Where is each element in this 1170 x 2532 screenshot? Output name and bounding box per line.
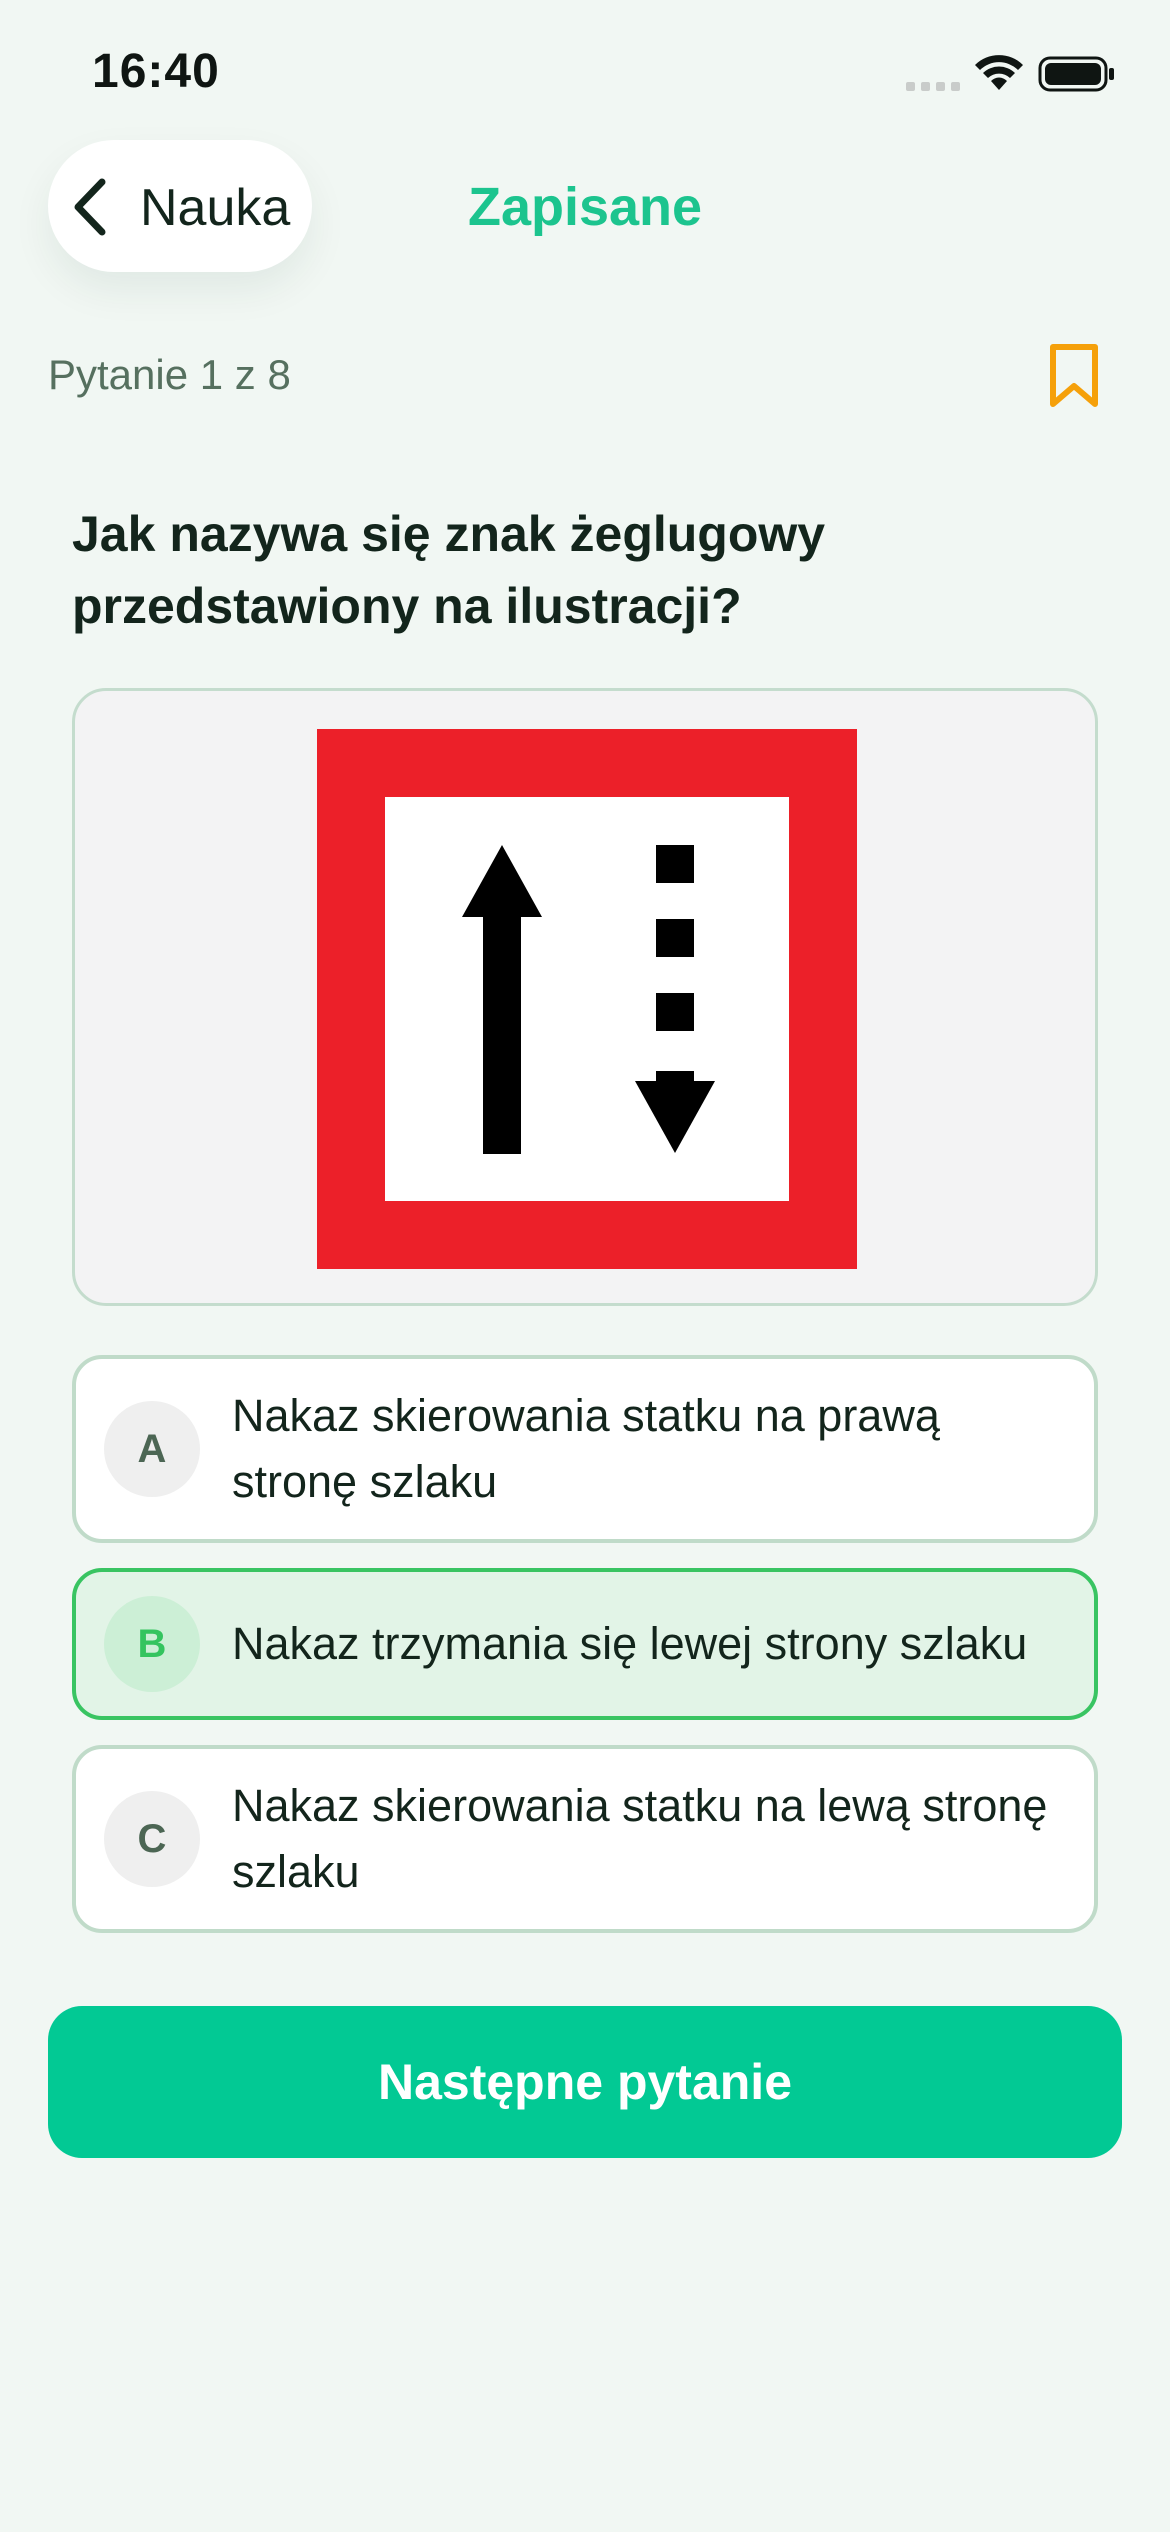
status-time: 16:40 <box>92 45 220 98</box>
answer-letter-badge: B <box>104 1596 200 1692</box>
two-way-traffic-sign-icon <box>317 729 857 1269</box>
answer-option-a[interactable]: A Nakaz skierowania statku na prawą stro… <box>72 1355 1098 1543</box>
battery-icon <box>1038 56 1114 92</box>
status-bar: 16:40 <box>0 0 1170 140</box>
question-text: Jak nazywa się znak żeglugowy przedstawi… <box>72 506 826 634</box>
question-progress: Pytanie 1 z 8 <box>48 351 291 398</box>
answer-letter-badge: A <box>104 1401 200 1497</box>
answer-text: Nakaz skierowania statku na lewą stronę … <box>232 1780 1048 1897</box>
question-image-card <box>72 688 1098 1306</box>
bookmark-icon[interactable] <box>1045 343 1103 409</box>
answer-option-b[interactable]: B Nakaz trzymania się lewej strony szlak… <box>72 1568 1098 1720</box>
answer-option-c[interactable]: C Nakaz skierowania statku na lewą stron… <box>72 1745 1098 1933</box>
cellular-signal-icon <box>906 82 960 91</box>
wifi-icon <box>975 55 1023 90</box>
next-question-button[interactable]: Następne pytanie <box>48 2006 1122 2158</box>
answer-letter-badge: C <box>104 1791 200 1887</box>
answer-text: Nakaz skierowania statku na prawą stronę… <box>232 1390 940 1507</box>
answer-text: Nakaz trzymania się lewej strony szlaku <box>232 1618 1028 1669</box>
page-title: Zapisane <box>467 177 703 237</box>
